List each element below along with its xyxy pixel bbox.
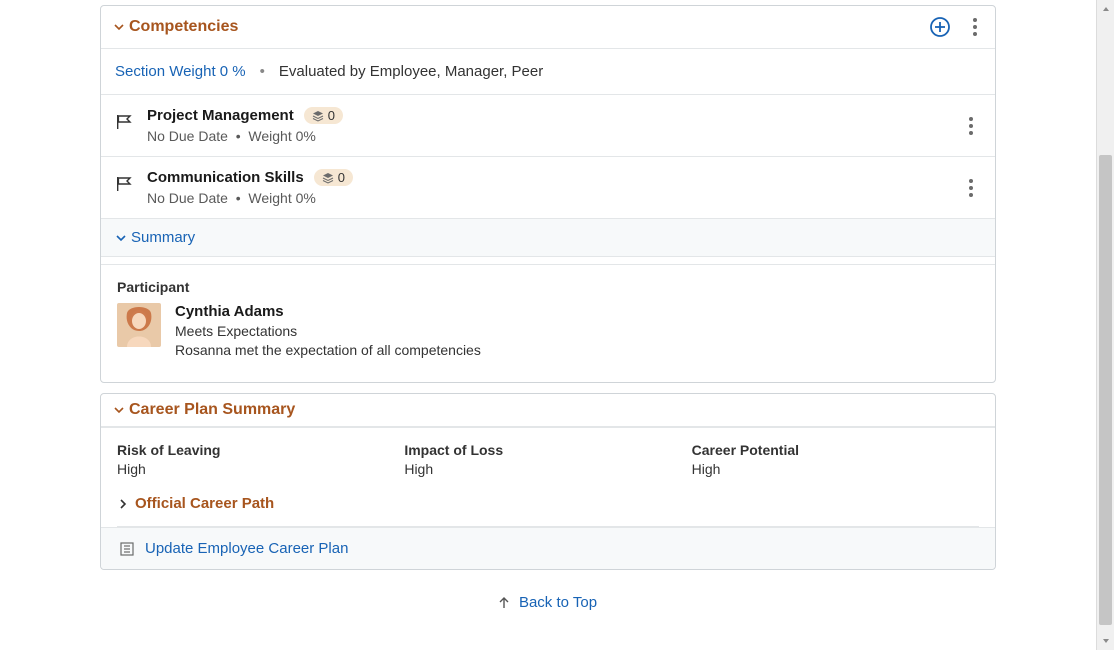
document-icon <box>119 541 135 557</box>
arrow-up-icon <box>497 596 511 610</box>
competency-item-title: Project Management <box>147 107 294 124</box>
competency-badge-count: 0 <box>328 108 335 123</box>
participant-box: Participant Cynthia Adams Meets Expectat… <box>101 265 995 382</box>
metric-impact: Impact of Loss High <box>404 442 691 477</box>
chevron-right-icon <box>117 498 129 510</box>
participant-rating: Meets Expectations <box>175 323 481 339</box>
career-plan-card: Career Plan Summary Risk of Leaving High… <box>100 393 996 570</box>
participant-name: Cynthia Adams <box>175 303 481 320</box>
official-career-path-toggle[interactable]: Official Career Path <box>101 495 995 526</box>
participant-label: Participant <box>117 279 979 295</box>
competencies-header: Competencies <box>101 6 995 49</box>
career-plan-header-left[interactable]: Career Plan Summary <box>113 401 295 419</box>
metric-label: Career Potential <box>692 442 979 458</box>
metric-potential: Career Potential High <box>692 442 979 477</box>
back-to-top-link[interactable]: Back to Top <box>519 594 597 611</box>
summary-title: Summary <box>131 229 195 246</box>
competency-badge-count: 0 <box>338 170 345 185</box>
metric-risk: Risk of Leaving High <box>117 442 404 477</box>
participant-comment: Rosanna met the expectation of all compe… <box>175 342 481 358</box>
competencies-title: Competencies <box>129 18 238 36</box>
scroll-up-button[interactable] <box>1097 0 1114 18</box>
metric-value: High <box>692 461 979 477</box>
add-competency-button[interactable] <box>929 16 951 38</box>
update-career-plan-link[interactable]: Update Employee Career Plan <box>145 540 348 557</box>
competency-item-menu-button[interactable] <box>961 112 981 140</box>
career-plan-title: Career Plan Summary <box>129 401 295 419</box>
summary-toggle[interactable]: Summary <box>101 219 995 257</box>
stack-icon <box>312 110 324 122</box>
competency-item-menu-button[interactable] <box>961 174 981 202</box>
metric-value: High <box>404 461 691 477</box>
chevron-down-icon <box>115 232 127 244</box>
stack-icon <box>322 172 334 184</box>
metric-label: Impact of Loss <box>404 442 691 458</box>
scroll-thumb[interactable] <box>1099 155 1112 625</box>
metric-label: Risk of Leaving <box>117 442 404 458</box>
scroll-down-button[interactable] <box>1097 632 1114 650</box>
competencies-subheader: Section Weight 0 % • Evaluated by Employ… <box>101 49 995 95</box>
scrollbar[interactable] <box>1096 0 1114 650</box>
competencies-card: Competencies Section Weight 0 % • Evalua… <box>100 5 996 383</box>
competency-item-title: Communication Skills <box>147 169 304 186</box>
competency-item-row: Project Management 0 No Due Date • Weigh… <box>101 95 995 157</box>
competency-badge: 0 <box>304 107 343 124</box>
competency-item-row: Communication Skills 0 No Due Date • Wei… <box>101 157 995 219</box>
bullet-separator: • <box>260 63 265 80</box>
career-metrics-row: Risk of Leaving High Impact of Loss High… <box>101 426 995 495</box>
flag-icon <box>115 169 133 193</box>
official-career-path-label: Official Career Path <box>135 495 274 512</box>
evaluated-by-text: Evaluated by Employee, Manager, Peer <box>279 63 543 80</box>
section-weight-link[interactable]: Section Weight 0 % <box>115 63 246 80</box>
competency-item-meta: No Due Date • Weight 0% <box>147 128 343 144</box>
chevron-down-icon <box>113 21 125 33</box>
chevron-down-icon <box>113 404 125 416</box>
spacer <box>101 257 995 265</box>
competency-item-meta: No Due Date • Weight 0% <box>147 190 353 206</box>
competencies-header-left[interactable]: Competencies <box>113 18 238 36</box>
career-plan-header: Career Plan Summary <box>101 394 995 426</box>
update-career-plan-row: Update Employee Career Plan <box>101 527 995 569</box>
avatar <box>117 303 161 347</box>
back-to-top: Back to Top <box>0 580 1094 611</box>
flag-icon <box>115 107 133 131</box>
metric-value: High <box>117 461 404 477</box>
competencies-menu-button[interactable] <box>965 13 985 41</box>
competency-badge: 0 <box>314 169 353 186</box>
